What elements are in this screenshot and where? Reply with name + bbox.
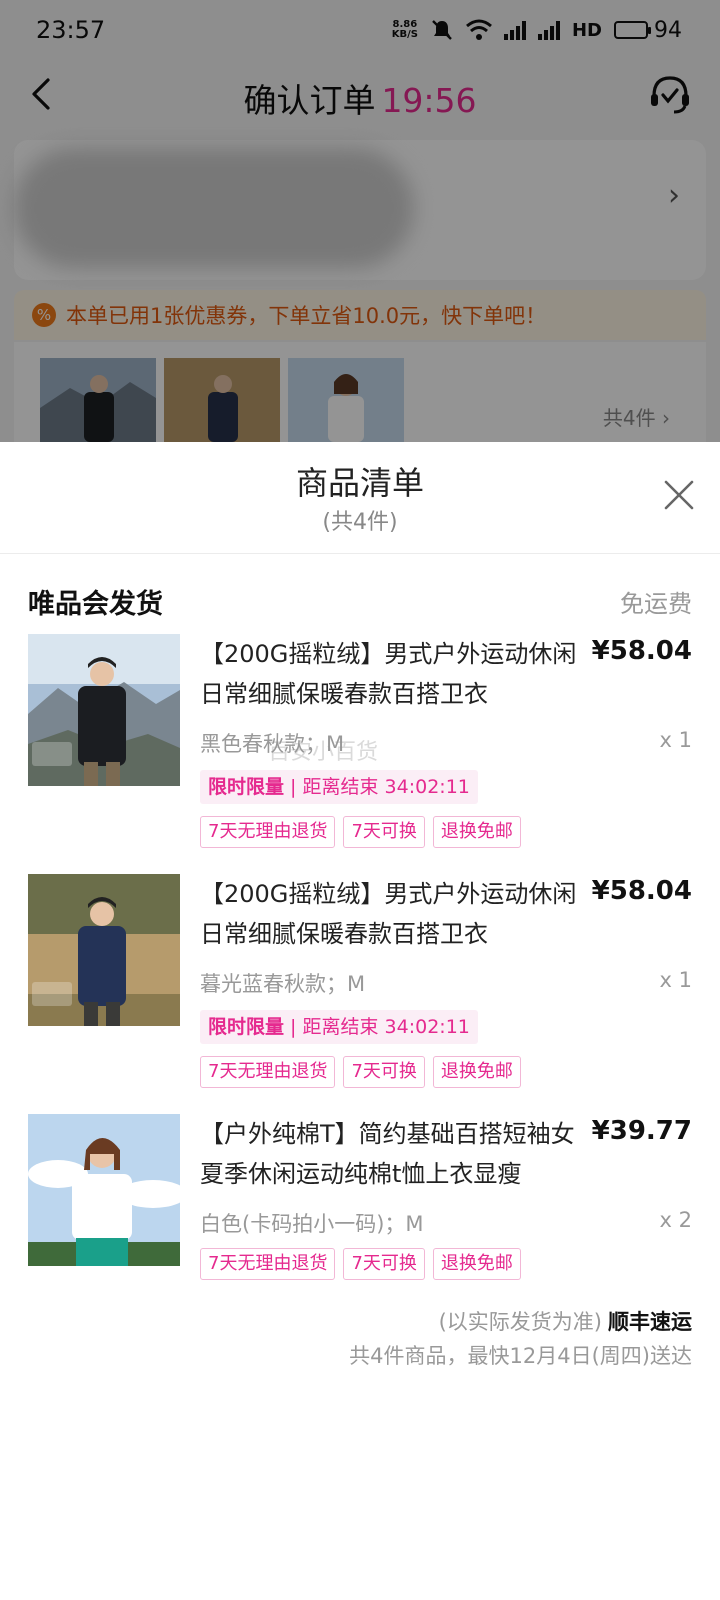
product-title: 【户外纯棉T】简约基础百搭短袖女夏季休闲运动纯棉t恤上衣显瘦: [200, 1120, 575, 1188]
product-image: [28, 874, 180, 1026]
list-item[interactable]: 【户外纯棉T】简约基础百搭短袖女夏季休闲运动纯棉t恤上衣显瘦 ¥39.77 白色…: [0, 1114, 720, 1294]
sheet-title: 商品清单: [295, 464, 424, 502]
product-price: ¥39.77: [591, 1116, 692, 1146]
item-list-sheet: 商品清单 (共4件) 唯品会发货 免运费 【200G摇粒绒】男式户外运动休闲日常…: [0, 442, 720, 1600]
shipper-name: 唯品会发货: [28, 589, 163, 620]
service-tag: 7天无理由退货: [200, 1248, 336, 1280]
product-price: ¥58.04: [591, 876, 692, 906]
service-tag: 退换免邮: [432, 1248, 521, 1280]
product-quantity: x 2: [659, 1208, 692, 1232]
service-tag: 退换免邮: [432, 1056, 521, 1088]
flash-sale-label: 限时限量: [208, 776, 285, 798]
order-confirm-page: 23:57 8.86 KB/S HD 94 确认订单 19:56 › % 本单已…: [0, 0, 720, 442]
service-tag: 7天可换: [343, 816, 425, 848]
flash-sale-countdown: 距离结束 34:02:11: [302, 1016, 470, 1038]
sheet-subtitle: (共4件): [322, 510, 398, 535]
close-icon[interactable]: [662, 478, 696, 512]
delivery-carrier-name: 顺丰速运: [608, 1310, 692, 1334]
delivery-summary: 共4件商品，最快12月4日(周四)送达: [349, 1344, 692, 1368]
service-tag: 7天无理由退货: [200, 1056, 336, 1088]
product-image: [28, 1114, 180, 1266]
product-spec: 暮光蓝春秋款；M: [200, 972, 366, 996]
shipping-fee: 免运费: [620, 590, 692, 618]
delivery-note: (以实际发货为准): [438, 1310, 602, 1334]
service-tag: 7天可换: [343, 1248, 425, 1280]
sheet-header: 商品清单 (共4件): [0, 442, 720, 554]
product-price: ¥58.04: [591, 636, 692, 666]
product-title: 【200G摇粒绒】男式户外运动休闲日常细腻保暖春款百搭卫衣: [200, 880, 577, 948]
flash-sale-countdown: 距离结束 34:02:11: [302, 776, 470, 798]
shipper-row: 唯品会发货 免运费: [0, 554, 720, 644]
product-image: [28, 634, 180, 786]
product-quantity: x 1: [659, 968, 692, 992]
flash-sale-badge: 限时限量 | 距离结束 34:02:11: [200, 770, 478, 804]
product-quantity: x 1: [659, 728, 692, 752]
watermark: 百安小百货: [268, 740, 379, 765]
service-tags: 7天无理由退货 7天可换 退换免邮: [200, 1056, 521, 1088]
flash-sale-label: 限时限量: [208, 1016, 285, 1038]
modal-overlay[interactable]: [0, 0, 720, 442]
service-tags: 7天无理由退货 7天可换 退换免邮: [200, 816, 521, 848]
flash-sale-badge: 限时限量 | 距离结束 34:02:11: [200, 1010, 478, 1044]
service-tag: 退换免邮: [432, 816, 521, 848]
product-spec: 白色(卡码拍小一码)；M: [200, 1212, 424, 1236]
list-item[interactable]: 【200G摇粒绒】男式户外运动休闲日常细腻保暖春款百搭卫衣 ¥58.04 暮光蓝…: [0, 874, 720, 1104]
service-tag: 7天可换: [343, 1056, 425, 1088]
service-tag: 7天无理由退货: [200, 816, 336, 848]
product-title: 【200G摇粒绒】男式户外运动休闲日常细腻保暖春款百搭卫衣: [200, 640, 577, 708]
service-tags: 7天无理由退货 7天可换 退换免邮: [200, 1248, 521, 1280]
delivery-carrier: (以实际发货为准) 顺丰速运: [439, 1306, 692, 1336]
